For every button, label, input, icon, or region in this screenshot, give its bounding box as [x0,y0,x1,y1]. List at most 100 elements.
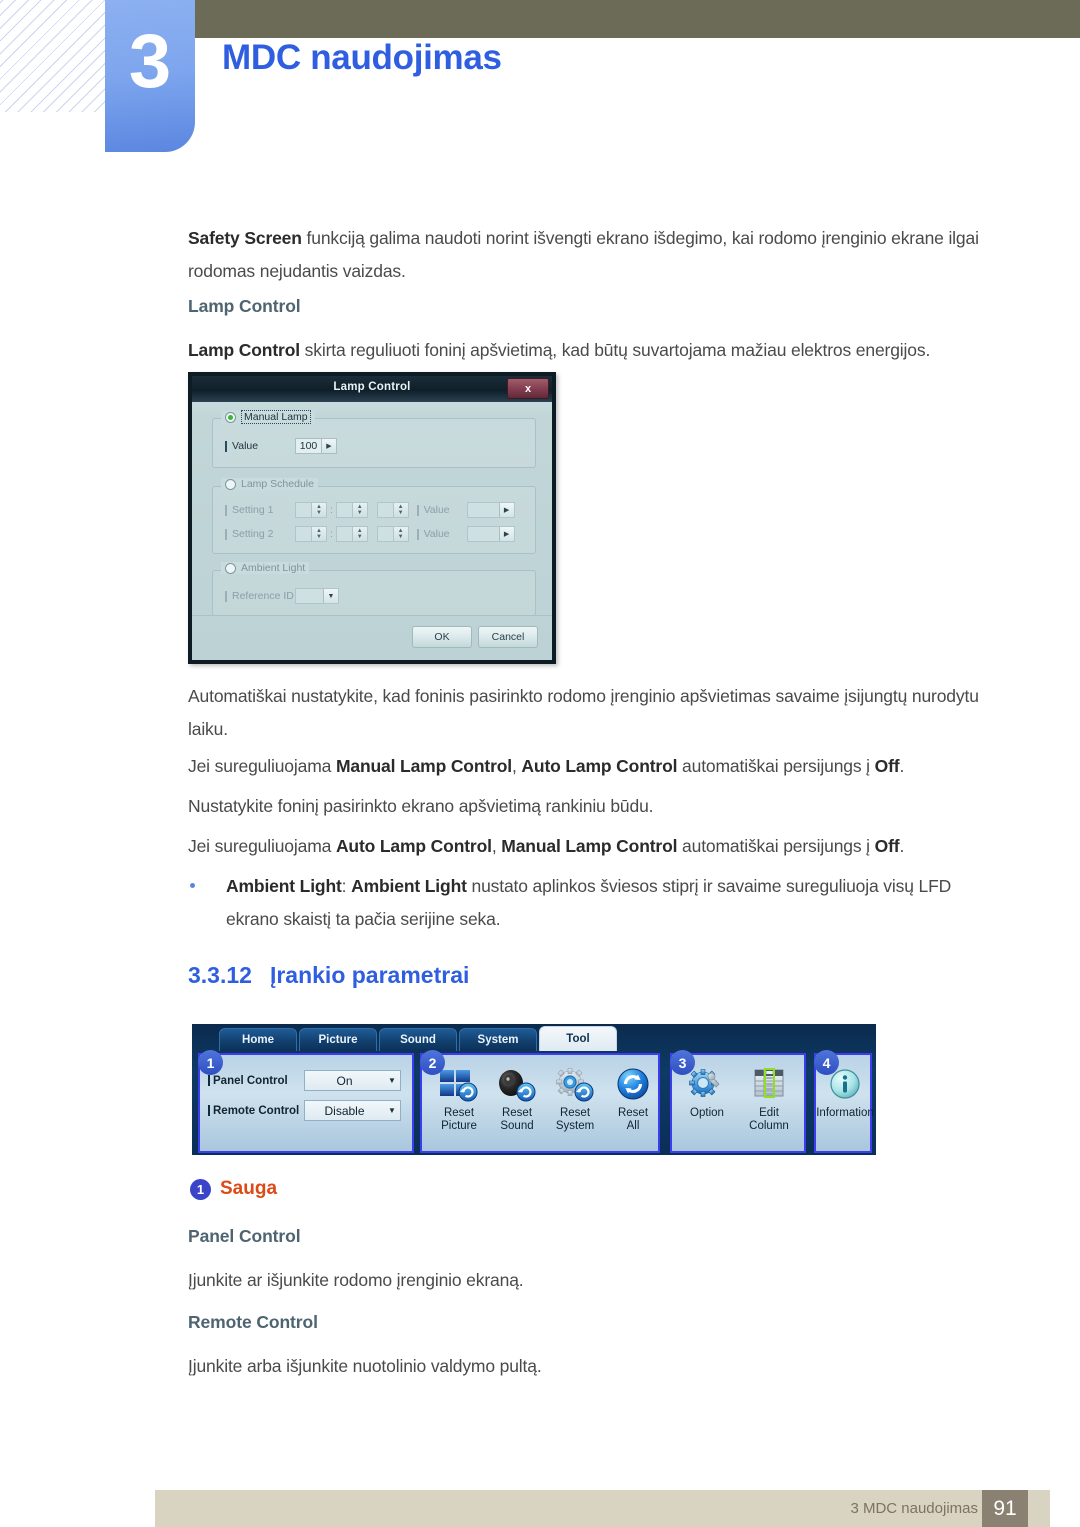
panel-control-description: Įjunkite ar išjunkite rodomo įrenginio e… [188,1270,524,1290]
panel-control-select[interactable]: On ▼ [304,1070,401,1091]
callout-badge-1: 1 [198,1050,223,1075]
spinner-icon[interactable]: ▲ ▼ [392,503,408,517]
manual-switch-paragraph: Jei sureguliuojama Manual Lamp Control, … [188,750,1006,783]
chevron-down-icon[interactable]: ▼ [384,1076,400,1085]
sauga-badge: 1 [190,1178,211,1200]
reset-all-label-line2: All [626,1120,640,1132]
value-row: Value 100 ▶ [225,438,337,454]
setting1-value-label: Value [417,504,467,516]
edit-column-icon [734,1065,804,1107]
edit-column-label-line1: Edit [759,1107,779,1119]
close-icon[interactable]: x [507,378,549,399]
setting2-label: Setting 2 [225,528,295,540]
auto-switch-mid: , [491,836,502,856]
reset-all-label-line1: Reset [617,1107,649,1119]
chapter-number-tab: 3 [105,0,195,152]
ambient-light-term-1: Ambient Light [226,876,342,896]
spinner-icon[interactable]: ▲ ▼ [392,527,408,541]
lamp-schedule-radio[interactable] [225,478,236,490]
chevron-down-icon[interactable]: ▼ [384,1106,400,1115]
setting1-row: Setting 1 ▲ ▼ : ▲ ▼ ▲ ▼ Value ▶ [225,502,515,518]
lamp-control-description: Lamp Control skirta reguliuoti foninį ap… [188,334,1006,367]
toolbar-tabs: Home Picture Sound System Tool [192,1024,876,1051]
setting2-hour-field[interactable]: ▲ ▼ [295,526,327,542]
ambient-light-radio[interactable] [225,562,236,574]
spinner-icon[interactable]: ▲ ▼ [311,503,326,517]
value-spinner-arrow-icon[interactable]: ▶ [498,503,514,517]
section-heading-3-3-12: 3.3.12 Įrankio parametrai [188,962,469,989]
spinner-icon[interactable]: ▲ ▼ [351,503,367,517]
intro-paragraph: Safety Screen funkciją galima naudoti no… [188,222,1006,288]
chevron-down-icon[interactable]: ▼ [323,589,338,603]
header-brown-bar [195,0,1080,38]
manual-lamp-radio[interactable] [225,411,236,423]
remote-control-row: Remote Control Disable ▼ [208,1100,401,1121]
manual-switch-post: automatiškai persijungs į [677,756,875,776]
callout-badge-4: 4 [814,1050,839,1075]
remote-control-label: Remote Control [208,1105,304,1117]
tab-sound[interactable]: Sound [379,1028,457,1051]
value-spinner-arrow-icon[interactable]: ▶ [498,527,514,541]
auto-schedule-paragraph: Automatiškai nustatykite, kad foninis pa… [188,686,979,739]
section-number: 3.3.12 [188,962,252,988]
setting2-value-field[interactable]: ▶ [466,526,515,542]
setting1-minute-field[interactable]: ▲ ▼ [335,502,368,518]
remote-control-subheading: Remote Control [188,1312,318,1332]
ambient-light-sep: : [341,876,352,896]
setting2-colon-2 [371,529,374,540]
auto-switch-post: automatiškai persijungs į [677,836,875,856]
ambient-light-legend: Ambient Light [221,562,310,574]
ambient-light-label: Ambient Light [241,562,306,574]
security-group: Panel Control On ▼ Remote Control Disabl… [198,1053,414,1153]
lamp-control-dialog-screenshot: Lamp Control x Manual Lamp Value 100 ▶ L… [188,372,556,664]
auto-lamp-control-term: Auto Lamp Control [521,756,678,776]
information-label-line1: Information [816,1107,874,1119]
manual-lamp-legend: Manual Lamp [221,410,315,424]
value-field[interactable]: 100 ▶ [295,438,337,454]
reference-id-select[interactable]: ▼ [295,588,339,604]
manual-lamp-label: Manual Lamp [241,410,311,424]
page-header: 3 MDC naudojimas [0,0,1080,170]
reset-all-icon [598,1065,668,1107]
tab-home[interactable]: Home [219,1028,297,1051]
remote-control-select[interactable]: Disable ▼ [304,1100,401,1121]
intro-bold-term: Safety Screen [188,228,302,248]
intro-rest: funkciją galima naudoti norint išvengti … [188,228,979,281]
setting2-minute-field[interactable]: ▲ ▼ [335,526,368,542]
reset-all-button[interactable]: Reset All [598,1065,668,1133]
ambient-light-bullet-text: Ambient Light: Ambient Light nustato apl… [190,870,980,936]
auto-switch-pre: Jei sureguliuojama [188,836,336,856]
spinner-icon[interactable]: ▲ ▼ [311,527,326,541]
setting1-colon-1: : [330,504,333,516]
edit-column-button[interactable]: Edit Column [734,1065,804,1133]
ambient-light-term-2: Ambient Light [351,876,467,896]
setting2-second-field[interactable]: ▲ ▼ [376,526,409,542]
setting1-value-field[interactable]: ▶ [466,502,515,518]
manual-lamp-control-term-2: Manual Lamp Control [501,836,678,856]
setting1-second-field[interactable]: ▲ ▼ [376,502,409,518]
lamp-desc-rest: skirta reguliuoti foninį apšvietimą, kad… [299,340,931,360]
page-footer: 3 MDC naudojimas 91 [155,1490,1050,1527]
decorative-hatch-pattern [0,0,108,112]
dialog-divider [192,615,552,616]
spinner-icon[interactable]: ▲ ▼ [351,527,367,541]
ambient-light-bullet: Ambient Light: Ambient Light nustato apl… [190,870,980,936]
value-spinner-arrow-icon[interactable]: ▶ [321,439,336,453]
tab-picture[interactable]: Picture [299,1028,377,1051]
setting1-hour-field[interactable]: ▲ ▼ [295,502,327,518]
reset-group: Reset Picture Reset Sound Reset System R… [420,1053,660,1153]
setting2-colon-1: : [330,528,333,540]
lamp-schedule-legend: Lamp Schedule [221,478,318,490]
cancel-button[interactable]: Cancel [478,626,538,648]
tab-tool[interactable]: Tool [539,1026,617,1051]
set-manual-paragraph: Nustatykite foninį pasirinkto ekrano apš… [188,796,654,816]
manual-lamp-group: Manual Lamp Value 100 ▶ [212,410,536,468]
tab-system[interactable]: System [459,1028,537,1051]
panel-control-label: Panel Control [208,1075,304,1087]
ok-button[interactable]: OK [412,626,472,648]
off-term-2: Off [874,836,900,856]
setting2-row: Setting 2 ▲ ▼ : ▲ ▼ ▲ ▼ Value ▶ [225,526,515,542]
panel-control-row: Panel Control On ▼ [208,1070,401,1091]
remote-control-value: Disable [324,1103,365,1118]
chapter-number: 3 [128,19,172,104]
